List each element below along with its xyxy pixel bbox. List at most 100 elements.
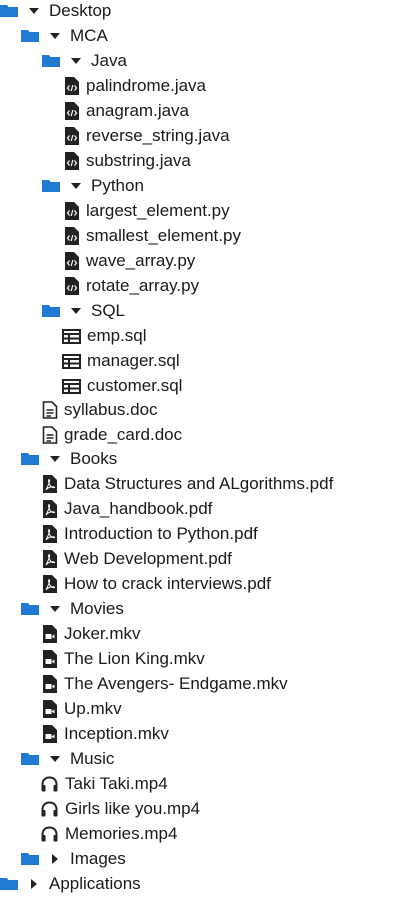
code-file-icon (64, 276, 80, 295)
code-file-icon (64, 201, 80, 220)
tree-node-music[interactable]: Music (21, 746, 114, 771)
tree-file[interactable]: How to crack interviews.pdf (42, 571, 271, 596)
file-name: Inception.mkv (64, 724, 169, 743)
file-name: largest_element.py (86, 201, 230, 220)
tree-node-label: Music (70, 749, 115, 768)
folder-icon (21, 752, 39, 765)
file-name: grade_card.doc (64, 425, 183, 444)
tree-file[interactable]: reverse_string.java (64, 123, 230, 148)
code-file-icon (64, 251, 80, 270)
tree-file[interactable]: smallest_element.py (64, 223, 241, 248)
tree-file[interactable]: Introduction to Python.pdf (42, 521, 258, 546)
file-name: palindrome.java (86, 76, 207, 95)
tree-node-mca[interactable]: MCA (21, 23, 108, 48)
pdf-file-icon (42, 524, 58, 543)
table-icon (62, 377, 81, 395)
folder-icon (0, 4, 18, 17)
tree-node-label: Python (91, 176, 144, 195)
tree-node-label: Images (70, 849, 126, 868)
tree-node-label: SQL (91, 301, 126, 320)
pdf-file-icon (42, 549, 58, 568)
caret-down-icon[interactable] (69, 54, 83, 68)
tree-node-label: Java (91, 51, 127, 70)
file-name: anagram.java (86, 101, 190, 120)
caret-down-icon[interactable] (48, 602, 62, 616)
tree-file[interactable]: syllabus.doc (42, 397, 158, 422)
tree-node-desktop[interactable]: Desktop (0, 0, 111, 23)
tree-file[interactable]: emp.sql (62, 323, 147, 348)
headphones-icon (40, 775, 59, 793)
table-icon (62, 327, 81, 345)
tree-file[interactable]: customer.sql (62, 373, 182, 398)
file-name: How to crack interviews.pdf (64, 574, 271, 593)
tree-file[interactable]: largest_element.py (64, 198, 230, 223)
code-file-icon (64, 101, 80, 120)
folder-icon (21, 29, 39, 42)
headphones-icon (40, 825, 59, 843)
document-icon (42, 425, 58, 444)
caret-down-icon[interactable] (48, 752, 62, 766)
file-name: syllabus.doc (64, 400, 158, 419)
folder-icon (21, 852, 39, 865)
tree-node-sql[interactable]: SQL (42, 298, 125, 323)
tree-file[interactable]: The Lion King.mkv (42, 646, 205, 671)
tree-node-images[interactable]: Images (21, 846, 126, 871)
tree-node-label: Movies (70, 599, 124, 618)
tree-file[interactable]: manager.sql (62, 348, 180, 373)
tree-node-label: Applications (49, 874, 141, 893)
file-tree: Desktop MCA Java palindrome.java anagram… (0, 0, 403, 899)
caret-right-icon[interactable] (27, 877, 41, 891)
folder-icon (0, 877, 18, 890)
tree-file[interactable]: Memories.mp4 (40, 821, 177, 846)
tree-node-books[interactable]: Books (21, 446, 117, 471)
file-name: manager.sql (87, 351, 180, 370)
tree-node-label: Desktop (49, 1, 112, 20)
tree-file[interactable]: Joker.mkv (42, 621, 141, 646)
tree-file[interactable]: The Avengers- Endgame.mkv (42, 671, 288, 696)
file-name: customer.sql (87, 376, 183, 395)
caret-down-icon[interactable] (48, 29, 62, 43)
folder-icon (21, 452, 39, 465)
tree-file[interactable]: substring.java (64, 148, 191, 173)
tree-node-applications[interactable]: Applications (0, 871, 141, 896)
tree-file[interactable]: Taki Taki.mp4 (40, 771, 168, 796)
tree-file[interactable]: Inception.mkv (42, 721, 169, 746)
code-file-icon (64, 151, 80, 170)
file-name: reverse_string.java (86, 126, 230, 145)
pdf-file-icon (42, 574, 58, 593)
tree-file[interactable]: anagram.java (64, 98, 189, 123)
tree-file[interactable]: Up.mkv (42, 696, 122, 721)
file-name: Taki Taki.mp4 (65, 774, 168, 793)
file-name: Joker.mkv (64, 624, 141, 643)
file-name: Data Structures and ALgorithms.pdf (64, 474, 334, 493)
file-name: Memories.mp4 (65, 824, 178, 843)
file-name: Girls like you.mp4 (65, 799, 201, 818)
code-file-icon (64, 76, 80, 95)
video-file-icon (42, 674, 58, 693)
folder-icon (42, 179, 60, 192)
file-name: substring.java (86, 151, 191, 170)
folder-icon (42, 304, 60, 317)
headphones-icon (40, 800, 59, 818)
caret-down-icon[interactable] (48, 452, 62, 466)
folder-icon (42, 54, 60, 67)
tree-file[interactable]: grade_card.doc (42, 422, 182, 447)
file-name: smallest_element.py (86, 226, 241, 245)
tree-file[interactable]: rotate_array.py (64, 273, 199, 298)
tree-file[interactable]: Girls like you.mp4 (40, 796, 200, 821)
caret-down-icon[interactable] (69, 179, 83, 193)
tree-file[interactable]: Data Structures and ALgorithms.pdf (42, 471, 333, 496)
file-name: rotate_array.py (86, 276, 200, 295)
tree-node-python[interactable]: Python (42, 173, 144, 198)
tree-node-java[interactable]: Java (42, 48, 127, 73)
tree-file[interactable]: wave_array.py (64, 248, 195, 273)
tree-file[interactable]: Web Development.pdf (42, 546, 232, 571)
tree-node-movies[interactable]: Movies (21, 596, 124, 621)
tree-file[interactable]: Java_handbook.pdf (42, 496, 212, 521)
caret-down-icon[interactable] (27, 4, 41, 18)
tree-node-label: MCA (70, 26, 108, 45)
caret-right-icon[interactable] (48, 852, 62, 866)
tree-file[interactable]: palindrome.java (64, 73, 206, 98)
caret-down-icon[interactable] (69, 304, 83, 318)
folder-icon (21, 602, 39, 615)
